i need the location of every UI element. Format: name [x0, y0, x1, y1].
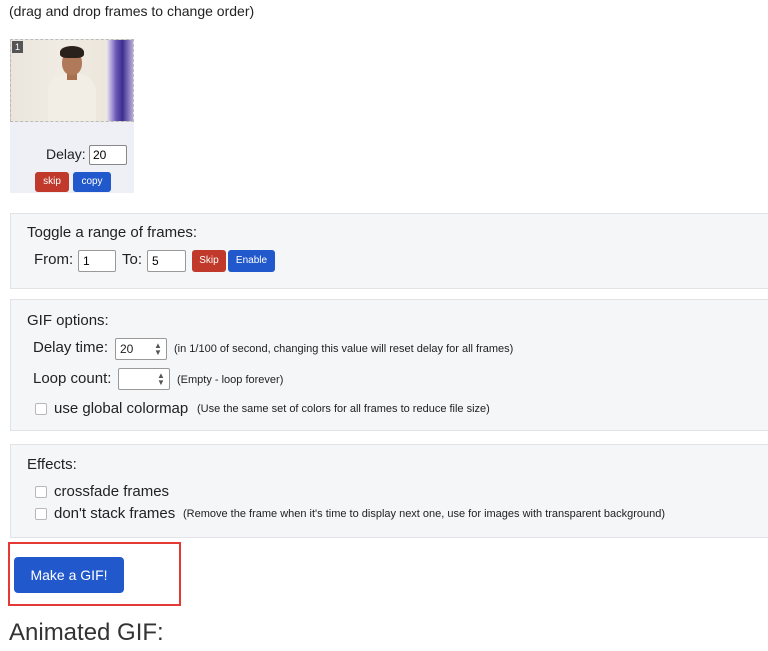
spinner-arrows-icon[interactable]: ▲ ▼	[153, 342, 163, 357]
gif-options-panel: GIF options: Delay time: 20 ▲ ▼ (in 1/100…	[10, 299, 768, 431]
frame-thumbnail[interactable]: 1	[10, 39, 134, 122]
dont-stack-label: don't stack frames	[54, 505, 176, 522]
effects-panel: Effects: crossfade frames don't stack fr…	[10, 444, 768, 538]
range-enable-button[interactable]: Enable	[228, 250, 275, 272]
frame-card[interactable]: 1 Delay: skip copy	[10, 39, 134, 193]
instructions-text: (drag and drop frames to change order)	[9, 3, 255, 19]
delay-time-label: Delay time:	[33, 339, 109, 356]
global-colormap-label: use global colormap	[54, 400, 189, 417]
delay-time-note: (in 1/100 of second, changing this value…	[174, 343, 514, 355]
global-colormap-note: (Use the same set of colors for all fram…	[197, 403, 490, 415]
delay-time-input[interactable]: 20 ▲ ▼	[115, 338, 167, 360]
dont-stack-checkbox[interactable]	[35, 508, 47, 520]
loop-count-input[interactable]: ▲ ▼	[118, 368, 170, 390]
range-to-input[interactable]	[147, 250, 186, 272]
frame-delay-input[interactable]	[89, 145, 127, 165]
spinner-arrows-icon[interactable]: ▲ ▼	[156, 372, 166, 387]
effects-title: Effects:	[27, 456, 77, 473]
gif-options-title: GIF options:	[27, 312, 109, 329]
range-to-label: To:	[122, 251, 143, 268]
range-from-input[interactable]	[78, 250, 116, 272]
toggle-range-panel: Toggle a range of frames: From: To: Skip…	[10, 213, 768, 289]
frame-copy-button[interactable]: copy	[73, 172, 111, 192]
loop-count-label: Loop count:	[33, 370, 112, 387]
crossfade-label: crossfade frames	[54, 483, 170, 500]
range-skip-button[interactable]: Skip	[192, 250, 226, 272]
loop-count-note: (Empty - loop forever)	[177, 374, 284, 386]
crossfade-checkbox[interactable]	[35, 486, 47, 498]
toggle-range-title: Toggle a range of frames:	[27, 224, 198, 241]
dont-stack-note: (Remove the frame when it's time to disp…	[183, 508, 666, 520]
make-gif-button[interactable]: Make a GIF!	[14, 557, 124, 593]
frame-delay-label: Delay:	[46, 146, 86, 162]
frame-number-badge: 1	[12, 41, 23, 53]
animated-gif-heading: Animated GIF:	[9, 619, 164, 646]
range-from-label: From:	[34, 251, 74, 268]
global-colormap-checkbox[interactable]	[35, 403, 47, 415]
frame-skip-button[interactable]: skip	[35, 172, 69, 192]
